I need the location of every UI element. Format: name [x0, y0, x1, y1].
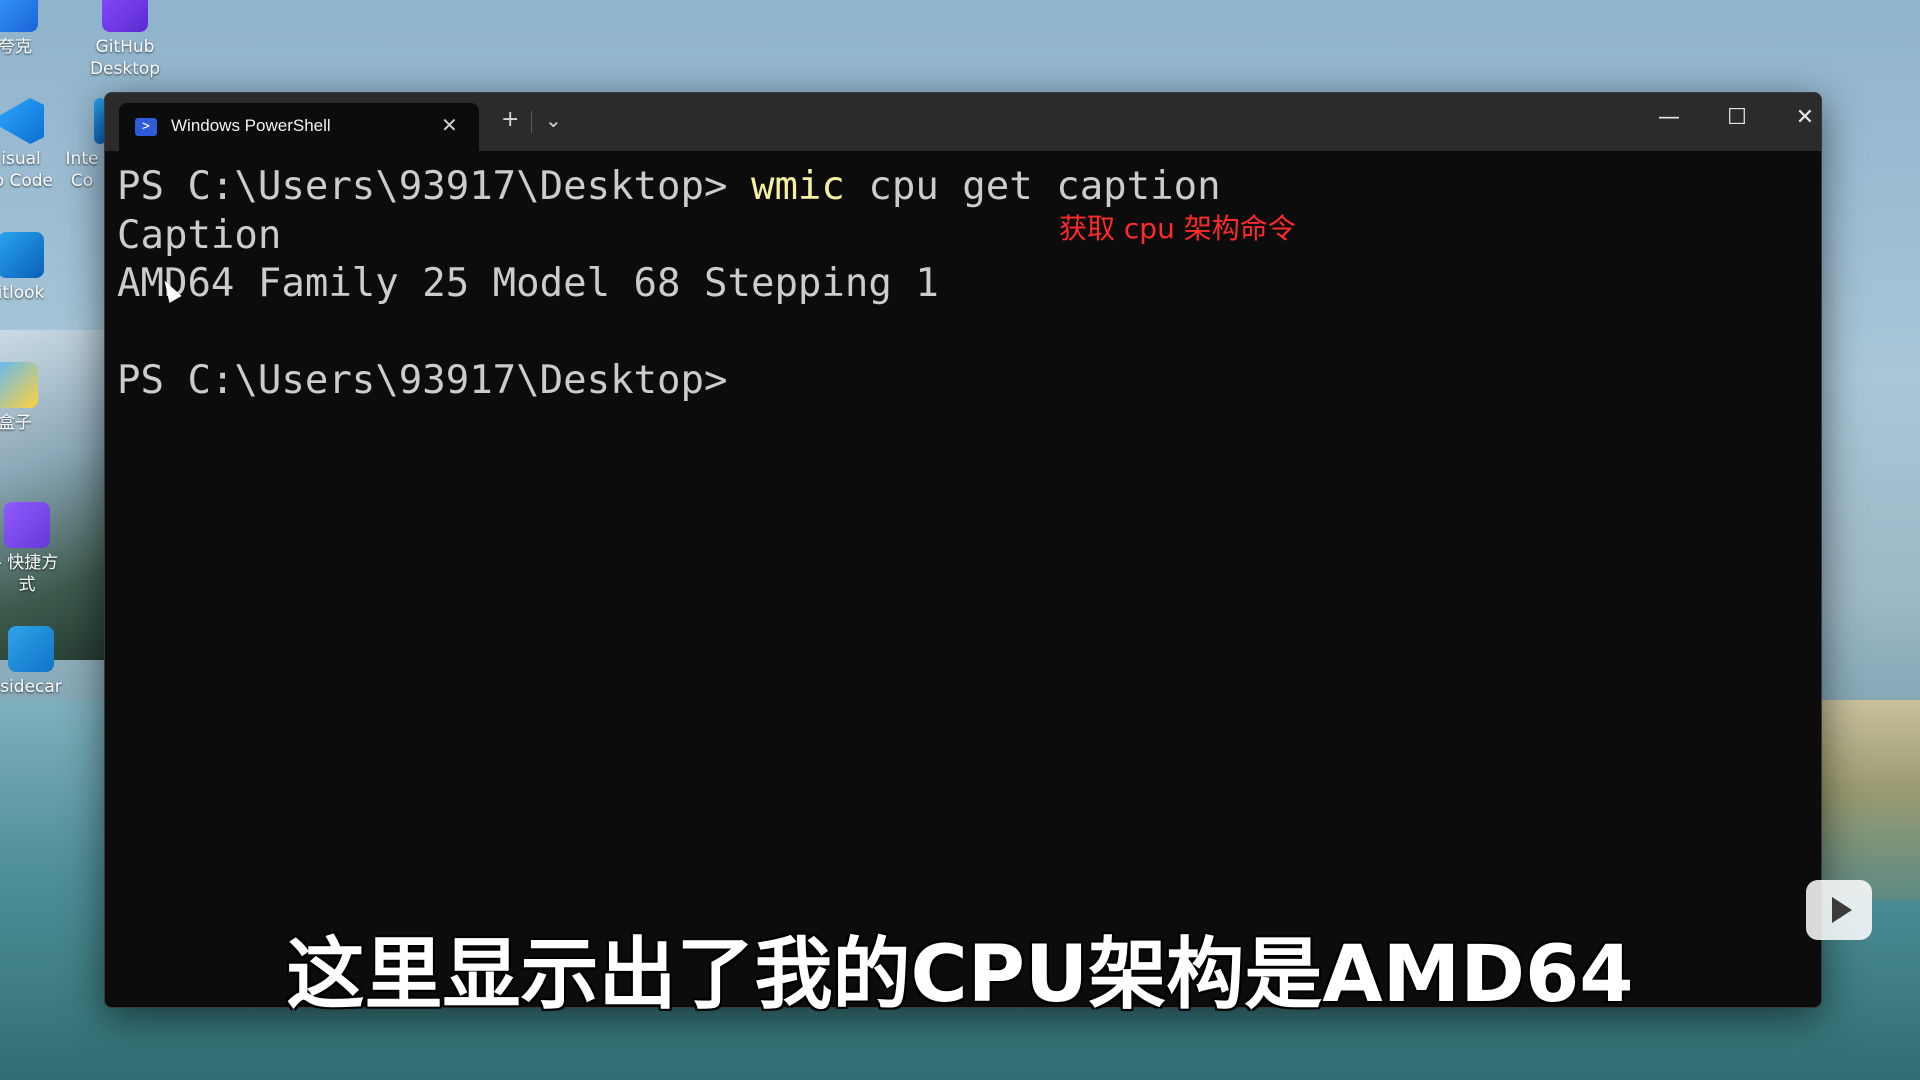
bilibili-tv-icon: [1806, 880, 1872, 940]
desktop-icon-video-shortcut[interactable]: - 快捷方 式: [0, 502, 72, 596]
box-icon: [0, 362, 38, 408]
desktop-icon-sidecar[interactable]: sidecar: [0, 626, 76, 698]
maximize-button[interactable]: ☐: [1717, 105, 1757, 130]
tab-title: Windows PowerShell: [171, 116, 331, 135]
outlook-icon: [0, 232, 44, 278]
console-line-command: PS C:\Users\93917\Desktop> wmic cpu get …: [117, 163, 1821, 212]
sidecar-icon: [8, 626, 54, 672]
tab-dropdown-icon[interactable]: ⌄: [545, 107, 562, 133]
annotation-text: 获取 cpu 架构命令: [1059, 212, 1296, 245]
desktop-icon-quark[interactable]: 夸克: [0, 0, 60, 58]
console-line-prompt: PS C:\Users\93917\Desktop>: [117, 358, 728, 403]
intel-icon: [94, 98, 104, 144]
desktop-icon-outlook[interactable]: itlook: [0, 232, 66, 304]
powershell-icon: >: [135, 118, 157, 136]
tab-divider: [531, 111, 532, 133]
desktop-icon-github-desktop[interactable]: GitHub Desktop: [80, 0, 170, 80]
play-icon: [1832, 897, 1852, 923]
prompt-text: PS C:\Users\93917\Desktop>: [117, 164, 751, 209]
desktop-icon-box[interactable]: 盒子: [0, 362, 60, 434]
title-bar[interactable]: > Windows PowerShell ✕ + ⌄ — ☐ ✕: [105, 93, 1821, 151]
github-desktop-icon: [102, 0, 148, 32]
close-tab-icon[interactable]: ✕: [441, 113, 458, 137]
command-args: cpu get caption: [844, 164, 1221, 209]
console-line-header: Caption: [117, 212, 282, 258]
minimize-button[interactable]: —: [1649, 105, 1689, 130]
vscode-icon: [0, 98, 44, 144]
console-output[interactable]: PS C:\Users\93917\Desktop> wmic cpu get …: [117, 163, 1821, 406]
video-shortcut-icon: [4, 502, 50, 548]
tab-windows-powershell[interactable]: > Windows PowerShell ✕: [119, 103, 479, 151]
quark-icon: [0, 0, 38, 32]
video-subtitle: 这里显示出了我的CPU架构是AMD64: [286, 930, 1634, 1020]
desktop-icon-vscode[interactable]: isual io Code: [0, 98, 66, 192]
command-keyword: wmic: [750, 164, 845, 209]
powershell-window[interactable]: > Windows PowerShell ✕ + ⌄ — ☐ ✕ PS C:\U…: [104, 92, 1822, 1008]
desktop-icon-intel[interactable]: Inte Co: [60, 98, 104, 192]
new-tab-button[interactable]: +: [501, 107, 519, 133]
close-window-button[interactable]: ✕: [1785, 105, 1821, 130]
console-line-result: AMD64 Family 25 Model 68 Stepping 1: [117, 261, 939, 306]
